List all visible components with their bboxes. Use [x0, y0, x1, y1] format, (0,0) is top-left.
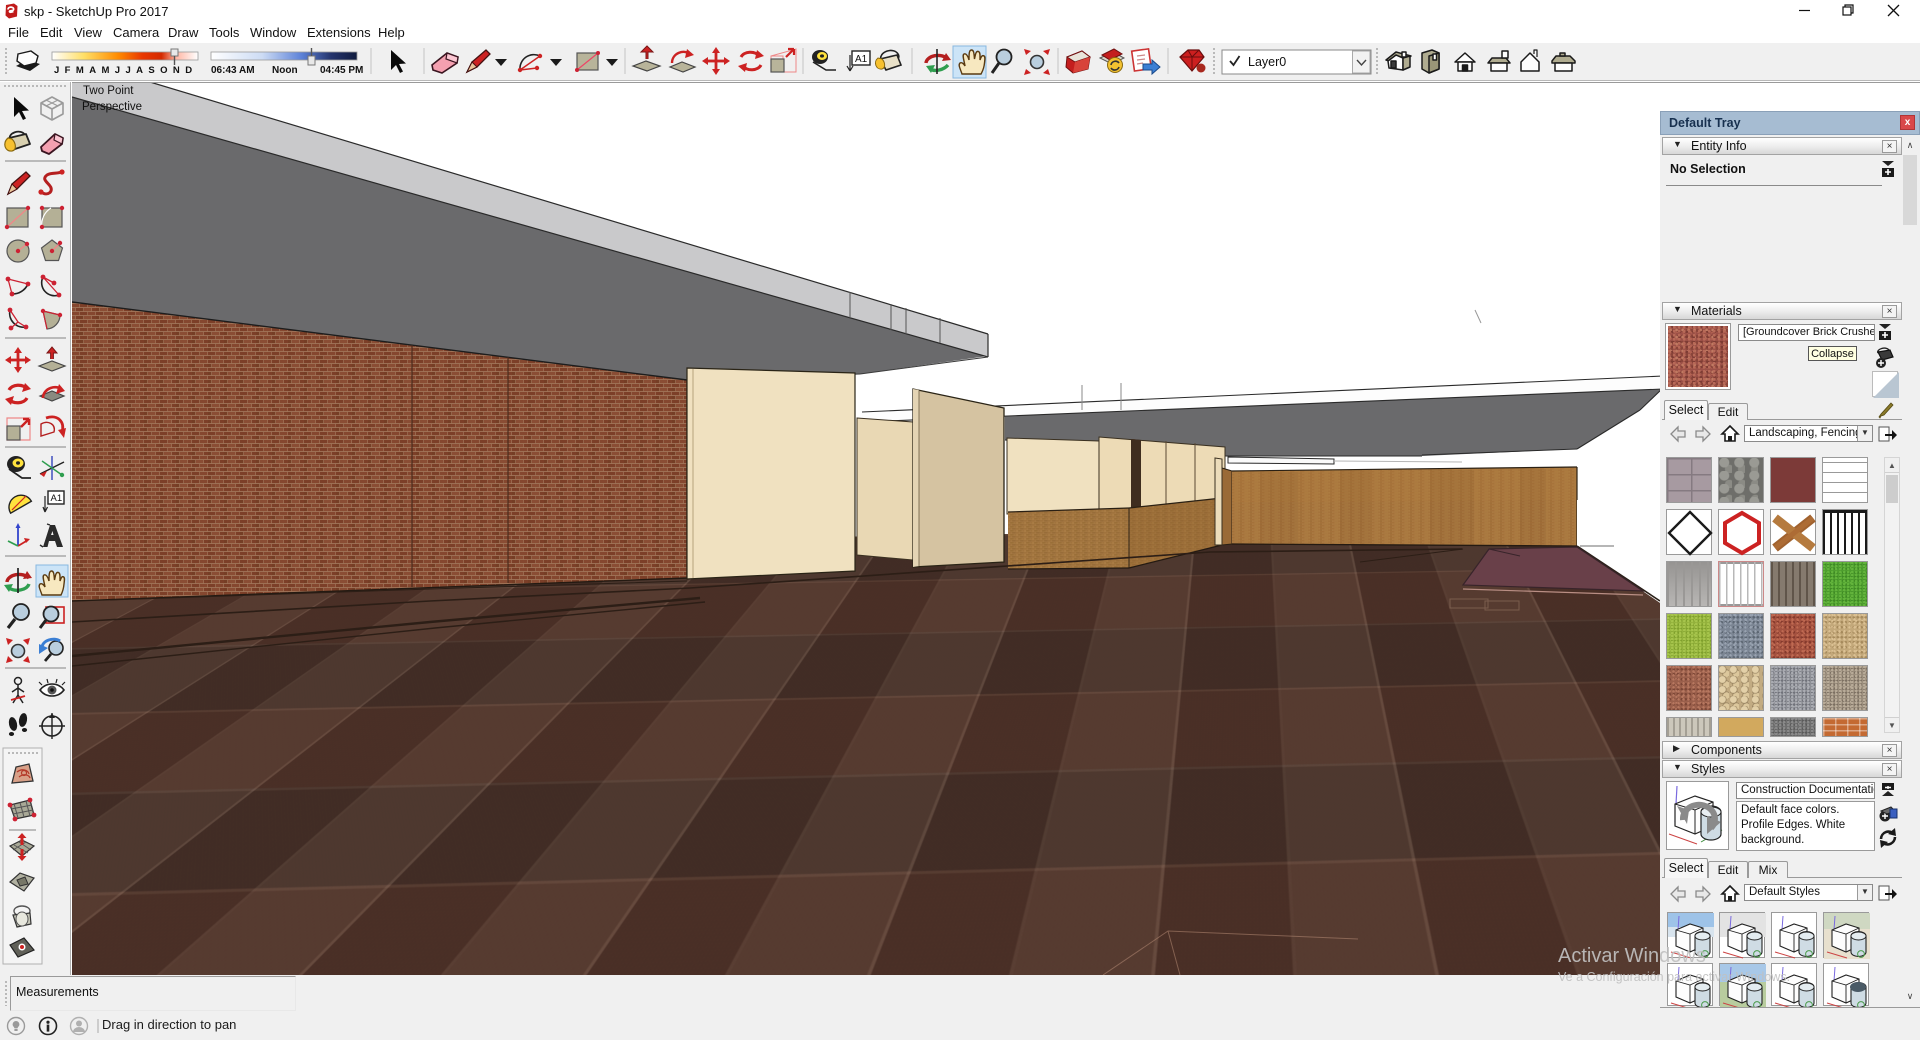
svg-text:A1: A1: [855, 54, 868, 65]
svg-text:JFMAMJJASOND: JFMAMJJASOND: [54, 65, 197, 76]
svg-text:Noon: Noon: [272, 65, 298, 76]
svg-text:Layer0: Layer0: [1248, 55, 1286, 69]
svg-text:A1: A1: [51, 493, 63, 504]
svg-text:Perspective: Perspective: [82, 101, 142, 113]
svg-text:06:43 AM: 06:43 AM: [211, 65, 255, 76]
svg-text:04:45 PM: 04:45 PM: [320, 65, 363, 76]
svg-text:Two Point: Two Point: [83, 85, 134, 97]
